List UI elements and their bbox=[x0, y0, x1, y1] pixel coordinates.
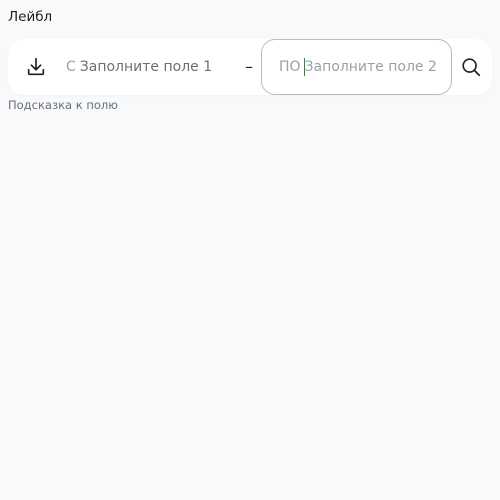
download-icon bbox=[27, 57, 45, 76]
from-prefix: С bbox=[66, 59, 76, 75]
field-hint: Подсказка к полю bbox=[8, 98, 118, 112]
range-separator: – bbox=[245, 57, 253, 76]
to-prefix: ПО bbox=[279, 59, 301, 75]
download-button[interactable] bbox=[22, 53, 50, 81]
from-placeholder: Заполните поле 1 bbox=[79, 59, 213, 75]
from-input[interactable]: С Заполните поле 1 bbox=[58, 39, 243, 95]
search-button[interactable] bbox=[457, 53, 485, 81]
search-icon bbox=[462, 58, 481, 77]
to-placeholder: Заполните поле 2 bbox=[304, 59, 437, 75]
field-label: Лейбл bbox=[8, 9, 53, 25]
page: Лейбл С Заполните поле 1 – ПО Заполните … bbox=[0, 0, 500, 500]
to-input[interactable]: ПО Заполните поле 2 bbox=[261, 39, 452, 95]
date-range-field: С Заполните поле 1 – ПО Заполните поле 2 bbox=[8, 39, 492, 95]
